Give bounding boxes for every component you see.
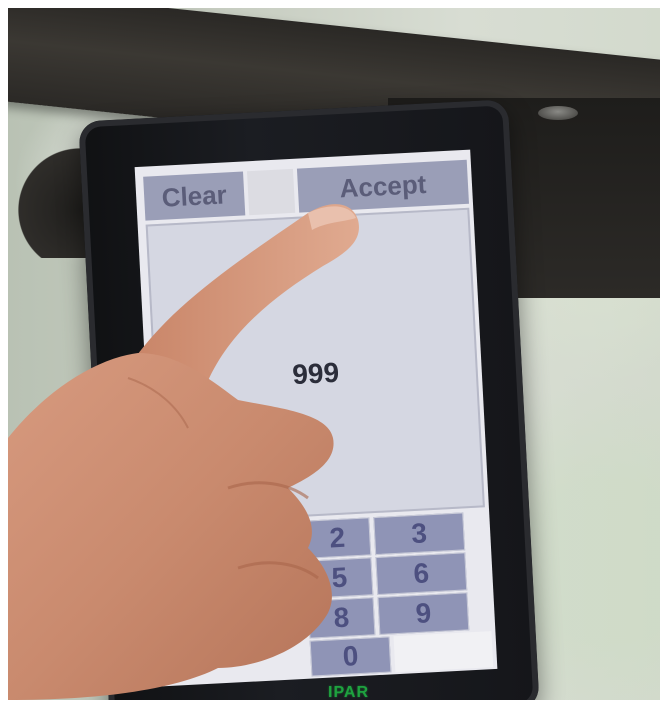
hand-illustration [8,204,359,700]
photo-scene: Clear Accept 999 2 3 5 6 8 9 0 IPAR [8,8,660,700]
